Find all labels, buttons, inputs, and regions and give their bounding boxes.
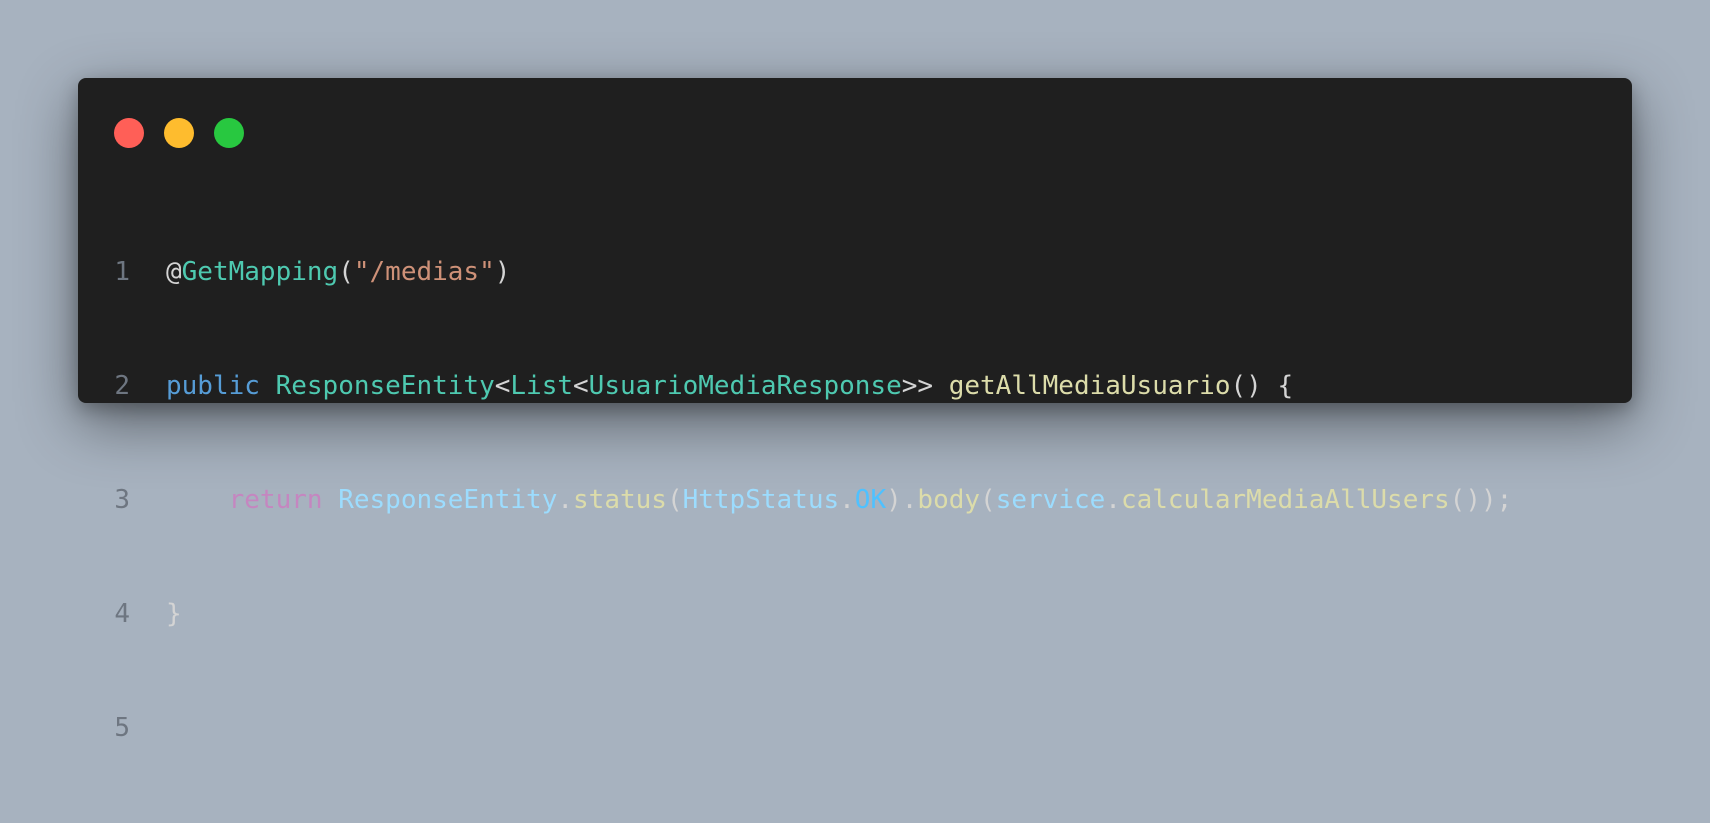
code-token: ( xyxy=(980,485,996,515)
code-token: ( xyxy=(666,485,683,515)
code-token: < xyxy=(573,371,589,401)
code-token: body xyxy=(917,485,981,515)
code-line: 3 return ResponseEntity.status(HttpStatu… xyxy=(78,481,1512,519)
maximize-dot[interactable] xyxy=(214,118,244,148)
code-window: 1 @GetMapping("/medias") 2 public Respon… xyxy=(78,78,1632,743)
code-block: 1 @GetMapping("/medias") 2 public Respon… xyxy=(78,177,1512,823)
code-token: GetMapping xyxy=(181,257,339,287)
code-token: return xyxy=(228,485,323,515)
code-token: HttpStatus xyxy=(682,485,840,515)
code-line-content xyxy=(130,709,166,747)
code-token: ()); xyxy=(1449,485,1513,515)
close-dot[interactable] xyxy=(114,118,144,148)
code-token: "/medias" xyxy=(353,257,495,287)
code-token: status xyxy=(573,485,667,515)
code-token: OK xyxy=(854,485,887,515)
code-token: ( xyxy=(338,257,354,287)
code-token: ResponseEntity xyxy=(338,485,558,515)
minimize-dot[interactable] xyxy=(164,118,194,148)
line-number: 4 xyxy=(114,599,130,629)
code-token: } xyxy=(166,599,182,629)
code-token: @ xyxy=(166,257,182,287)
line-number: 2 xyxy=(114,371,130,401)
code-token: >> xyxy=(901,371,949,401)
code-token: ) xyxy=(494,257,511,287)
code-line-content: return ResponseEntity.status(HttpStatus.… xyxy=(130,481,1513,519)
code-token: ). xyxy=(886,485,918,515)
code-line: 1 @GetMapping("/medias") xyxy=(78,253,1512,291)
code-token: service xyxy=(995,485,1106,515)
code-token: getAllMediaUsuario xyxy=(948,371,1231,401)
code-line: 4 } xyxy=(78,595,1512,633)
code-line-content: } xyxy=(130,595,182,633)
code-line-content: public ResponseEntity<List<UsuarioMediaR… xyxy=(130,367,1293,405)
code-line: 2 public ResponseEntity<List<UsuarioMedi… xyxy=(78,367,1512,405)
code-token: . xyxy=(839,485,855,515)
code-token: calcularMediaAllUsers xyxy=(1120,485,1450,515)
code-token: UsuarioMediaResponse xyxy=(588,371,902,401)
code-token: < xyxy=(494,371,511,401)
code-token: () { xyxy=(1230,371,1294,401)
code-token: public xyxy=(166,371,260,401)
code-token: . xyxy=(557,485,574,515)
code-line: 5 xyxy=(78,709,1512,747)
line-number: 3 xyxy=(114,485,130,515)
code-token: ResponseEntity xyxy=(275,371,495,401)
code-token: . xyxy=(1105,485,1121,515)
line-number: 1 xyxy=(114,257,130,287)
code-line-content: @GetMapping("/medias") xyxy=(130,253,510,291)
code-token: List xyxy=(510,371,574,401)
line-number: 5 xyxy=(114,713,130,743)
window-controls xyxy=(114,118,244,148)
